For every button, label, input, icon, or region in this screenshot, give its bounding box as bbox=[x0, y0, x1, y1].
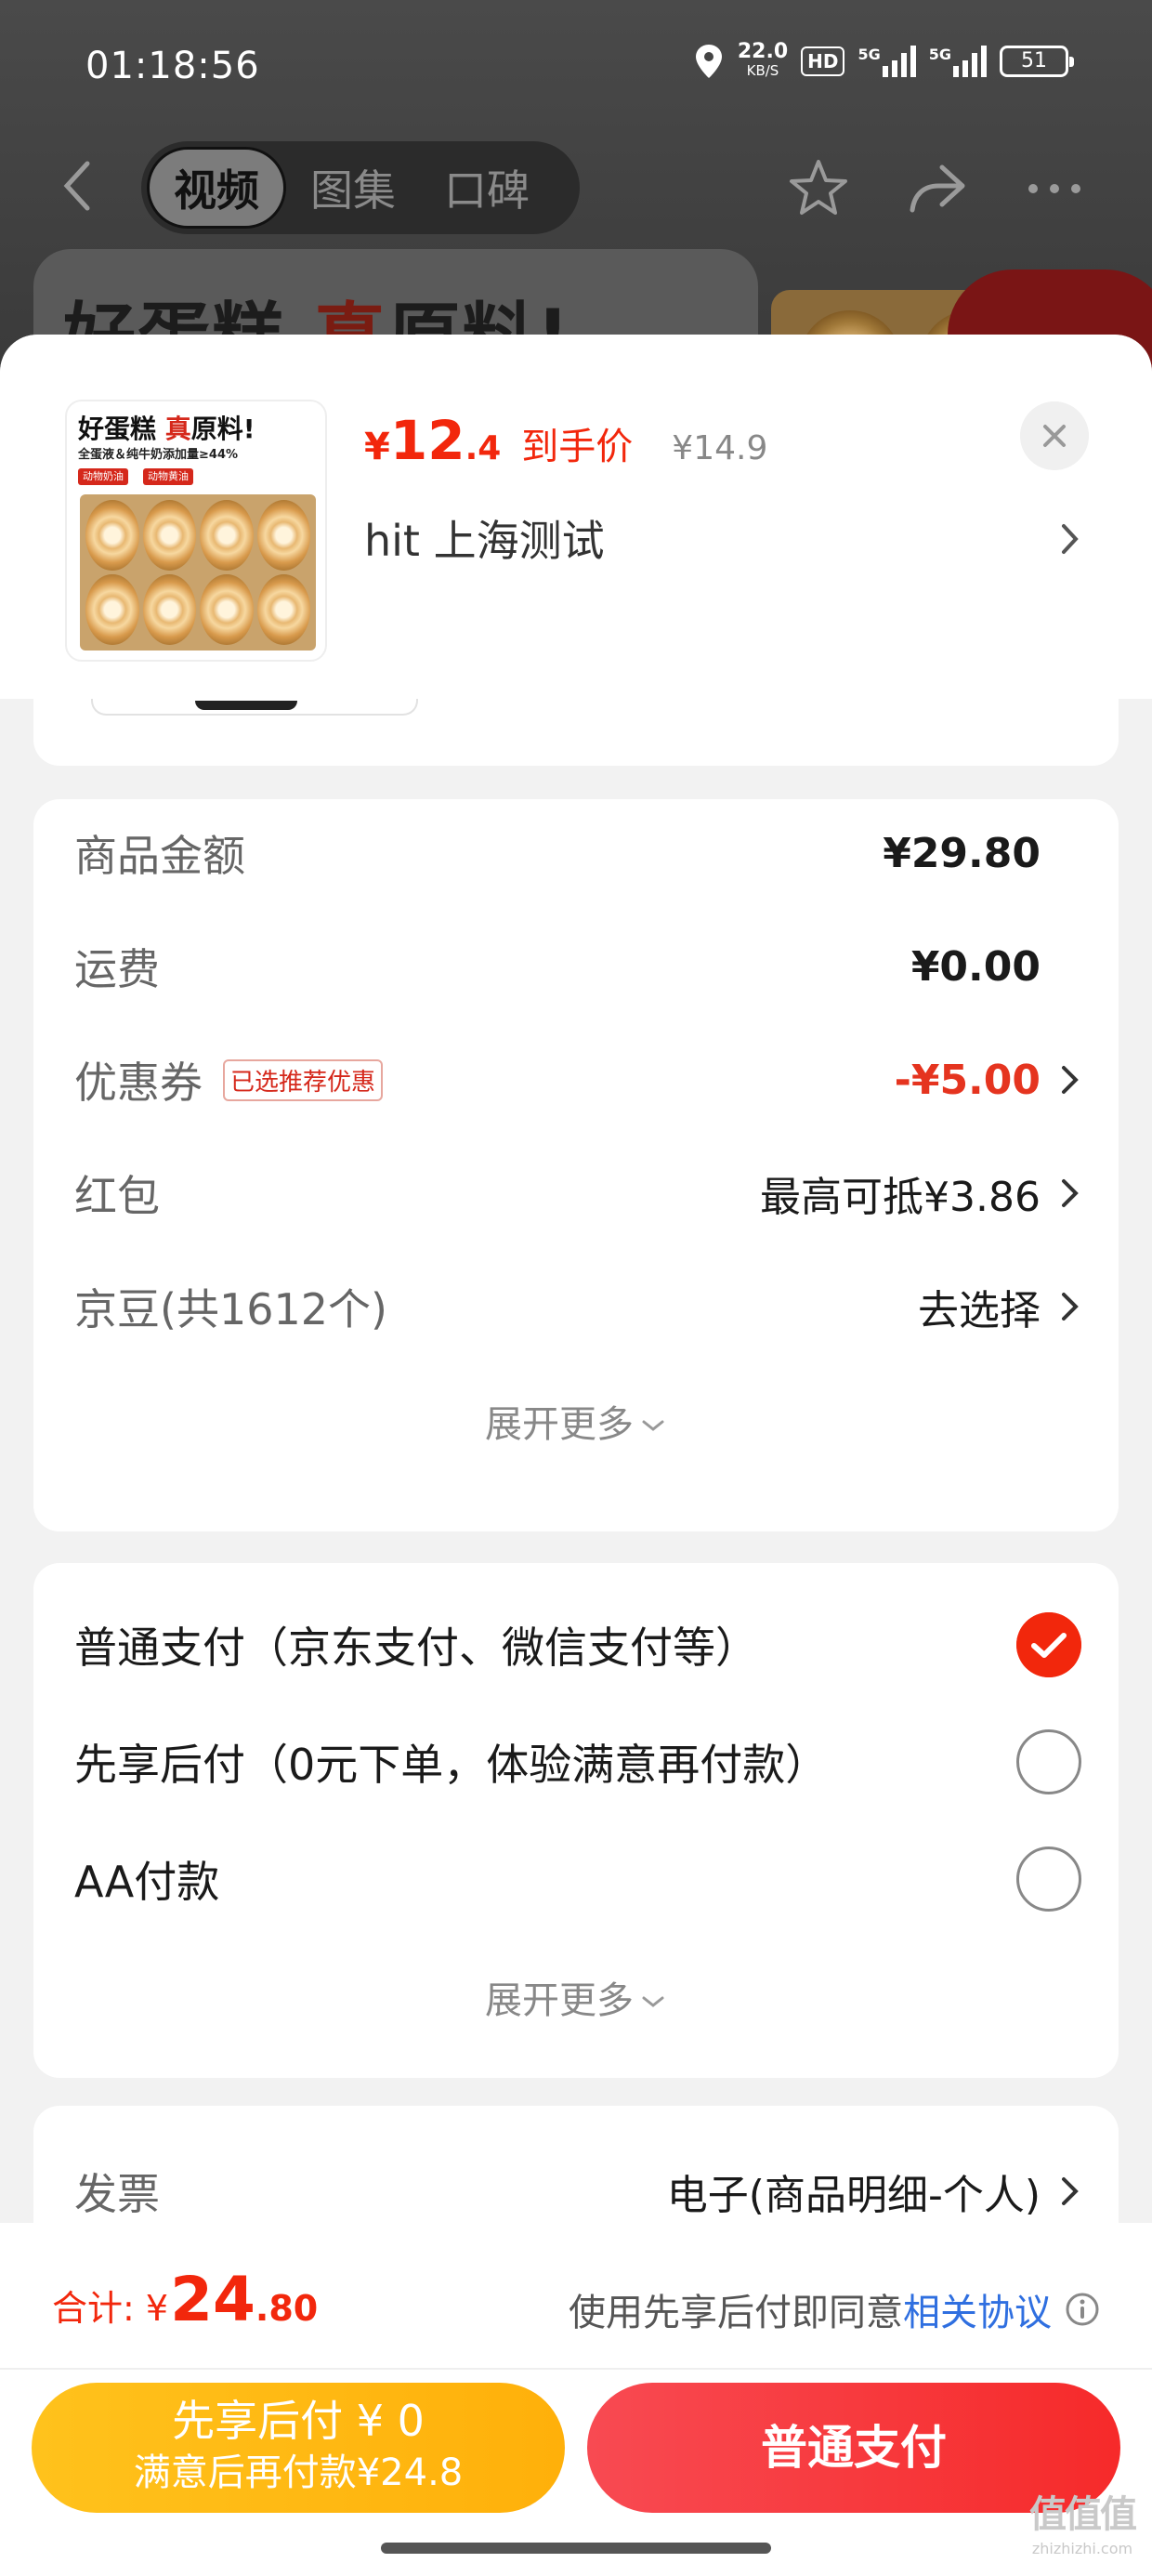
product-top-nav: 视频 图集 口碑 bbox=[0, 139, 1152, 234]
expand-more-button[interactable]: 展开更多 bbox=[33, 1394, 1119, 1448]
network-speed: 22.0 KB/S bbox=[737, 40, 789, 80]
price-row: ¥ 12 .4 到手价 ¥14.9 bbox=[364, 409, 768, 472]
tab-video[interactable]: 视频 bbox=[147, 147, 286, 229]
back-arrow-icon[interactable] bbox=[59, 158, 97, 214]
home-indicator[interactable] bbox=[381, 2543, 771, 2554]
jingdou-row[interactable]: 京豆(共1612个) 去选择 bbox=[74, 1269, 1081, 1344]
radio-icon[interactable] bbox=[1016, 1847, 1081, 1912]
chevron-down-icon bbox=[642, 1420, 664, 1431]
hidden-card-bottom bbox=[33, 699, 1119, 766]
shipping-row: 运费 ¥0.00 bbox=[74, 942, 1041, 995]
order-total: 合计: ¥ 24 .80 bbox=[52, 2264, 319, 2335]
tab-reviews[interactable]: 口碑 bbox=[420, 147, 554, 229]
status-bar: 01:18:56 22.0 KB/S HD 5G 5G 51 bbox=[0, 37, 1152, 102]
invoice-row[interactable]: 发票 电子(商品明细-个人) bbox=[74, 2154, 1081, 2228]
checkout-bottom-bar: 合计: ¥ 24 .80 使用先享后付即同意 相关协议 先享后付 ¥ 0 满意后… bbox=[0, 2223, 1152, 2576]
coupon-badge: 已选推荐优惠 bbox=[223, 1058, 384, 1101]
more-icon[interactable] bbox=[1022, 156, 1087, 221]
chevron-right-icon[interactable] bbox=[1059, 1176, 1081, 1210]
goods-amount-row: 商品金额 ¥29.80 bbox=[74, 829, 1041, 882]
checked-radio-icon[interactable] bbox=[1016, 1612, 1081, 1677]
red-packet-row[interactable]: 红包 最高可抵¥3.86 bbox=[74, 1156, 1081, 1230]
status-time: 01:18:56 bbox=[85, 45, 260, 87]
payment-method-card: 普通支付（京东支付、微信支付等） 先享后付（0元下单，体验满意再付款） AA付款… bbox=[33, 1563, 1119, 2078]
delivery-address[interactable]: hit 上海测试 bbox=[364, 507, 605, 569]
media-tabs: 视频 图集 口碑 bbox=[141, 141, 580, 234]
payment-option-aa[interactable]: AA付款 bbox=[74, 1842, 1081, 1916]
payment-option-normal[interactable]: 普通支付（京东支付、微信支付等） bbox=[74, 1608, 1081, 1682]
signal-icon-2: 5G bbox=[929, 46, 987, 77]
original-price: ¥14.9 bbox=[672, 429, 768, 467]
expand-more-button[interactable]: 展开更多 bbox=[33, 1970, 1119, 2024]
product-photo bbox=[80, 494, 316, 651]
agreement-text: 使用先享后付即同意 相关协议 bbox=[569, 2282, 1100, 2336]
watermark: 值值值 zhizhizhi.com bbox=[1029, 2493, 1137, 2557]
close-icon[interactable] bbox=[1020, 401, 1089, 470]
battery-icon: 51 bbox=[1000, 46, 1074, 77]
payment-option-pay-later[interactable]: 先享后付（0元下单，体验满意再付款） bbox=[74, 1725, 1081, 1799]
product-header: 好蛋糕 真原料! 全蛋液＆纯牛奶添加量≥44% 动物奶油 动物黄油 ¥ 12 .… bbox=[0, 335, 1152, 699]
star-icon[interactable] bbox=[786, 156, 851, 221]
chevron-right-icon[interactable] bbox=[1059, 1063, 1081, 1097]
chevron-right-icon[interactable] bbox=[1059, 1290, 1081, 1323]
chevron-right-icon[interactable] bbox=[1059, 2175, 1081, 2208]
pay-later-button[interactable]: 先享后付 ¥ 0 满意后再付款¥24.8 bbox=[32, 2383, 565, 2513]
price-summary-card: 商品金额 ¥29.80 运费 ¥0.00 优惠券 已选推荐优惠 -¥5.00 红… bbox=[33, 799, 1119, 1531]
coupon-row[interactable]: 优惠券 已选推荐优惠 -¥5.00 bbox=[74, 1043, 1081, 1117]
hd-icon: HD bbox=[801, 46, 845, 76]
location-icon bbox=[695, 45, 722, 78]
tab-gallery[interactable]: 图集 bbox=[286, 147, 420, 229]
background-product-page: 好蛋糕 真原料! 01:18:56 22.0 KB/S HD 5G 5G 51 视… bbox=[0, 0, 1152, 372]
share-icon[interactable] bbox=[905, 156, 970, 221]
agreement-link[interactable]: 相关协议 bbox=[903, 2282, 1052, 2336]
product-thumbnail: 好蛋糕 真原料! 全蛋液＆纯牛奶添加量≥44% 动物奶油 动物黄油 bbox=[65, 400, 327, 662]
chevron-right-icon[interactable] bbox=[1059, 520, 1081, 558]
radio-icon[interactable] bbox=[1016, 1729, 1081, 1794]
signal-icon-1: 5G bbox=[857, 46, 916, 77]
chevron-down-icon bbox=[642, 1996, 664, 2007]
final-price-tag: 到手价 bbox=[521, 426, 634, 468]
info-icon[interactable] bbox=[1065, 2292, 1100, 2327]
final-price: 12 bbox=[389, 409, 465, 472]
